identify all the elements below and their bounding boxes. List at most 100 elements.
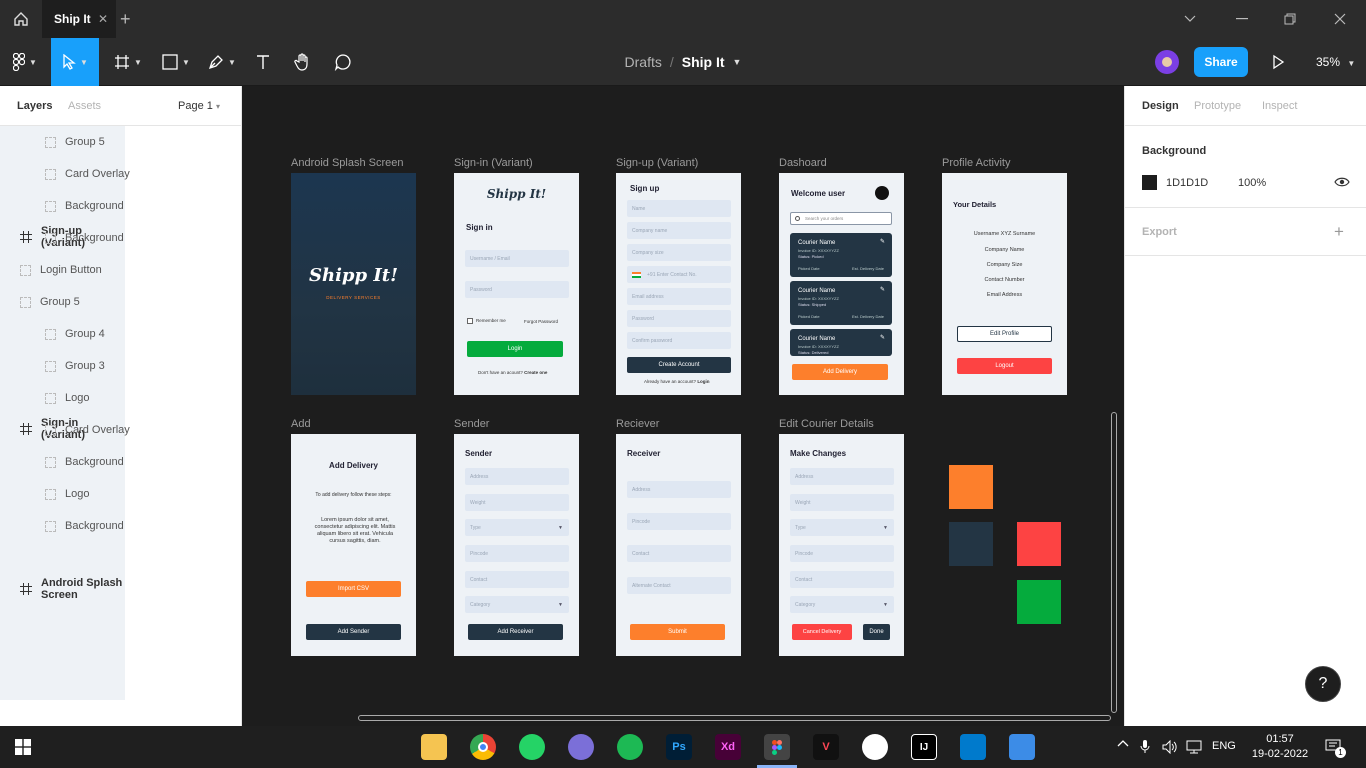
swatch-orange[interactable] xyxy=(949,465,993,509)
frame-label-receiver[interactable]: Reciever xyxy=(616,418,659,430)
close-window-icon[interactable] xyxy=(1316,0,1364,38)
background-hex-input[interactable]: 1D1D1D xyxy=(1166,177,1208,189)
layer-item[interactable]: Logo xyxy=(0,382,241,414)
canvas[interactable]: Android Splash Screen Sign-in (Variant) … xyxy=(242,86,1124,726)
swatch-navy[interactable] xyxy=(949,522,993,566)
frame-signin[interactable]: Shipp It! Sign in Username / Email Passw… xyxy=(454,173,579,395)
frame-signup[interactable]: Sign up Name Company name Company size +… xyxy=(616,173,741,395)
eye-icon[interactable] xyxy=(1334,175,1350,194)
vertical-scrollbar[interactable] xyxy=(1111,412,1117,713)
file-explorer-icon[interactable] xyxy=(421,734,447,760)
app-notification-icon[interactable] xyxy=(568,734,594,760)
layer-item[interactable]: Background xyxy=(0,446,241,478)
layer-item[interactable]: Background xyxy=(0,222,241,254)
frame-label-add[interactable]: Add xyxy=(291,418,311,430)
frame-edit[interactable]: Make Changes Address Weight Type ▼ Pincod… xyxy=(779,434,904,656)
file-name[interactable]: Ship It xyxy=(682,54,725,70)
courier-card: Courier Name Invoice ID: XXXXYYZZ Status: … xyxy=(790,281,892,325)
tab-layers[interactable]: Layers xyxy=(17,100,52,112)
frame-dashboard[interactable]: Welcome user Search your orders Courier … xyxy=(779,173,904,395)
design-panel: Design Prototype Inspect Background 1D1D… xyxy=(1124,86,1366,726)
speaker-icon[interactable] xyxy=(1162,739,1178,757)
remember-checkbox xyxy=(467,318,473,324)
language-indicator[interactable]: ENG xyxy=(1212,740,1236,752)
frame-label-signup[interactable]: Sign-up (Variant) xyxy=(616,157,698,169)
windows-start-icon[interactable] xyxy=(15,739,31,760)
intellij-icon[interactable]: IJ xyxy=(911,734,937,760)
layer-item[interactable]: Background xyxy=(0,190,241,222)
present-button[interactable] xyxy=(1268,52,1288,77)
file-tab[interactable]: Ship It ✕ xyxy=(42,0,116,38)
notification-icon[interactable]: 1 xyxy=(1325,739,1346,758)
swatch-red[interactable] xyxy=(1017,522,1061,566)
layer-item[interactable]: Background xyxy=(0,510,241,542)
layer-item[interactable]: Group 4 xyxy=(0,318,241,350)
frame-profile[interactable]: Your Details Username XYZ Surname Compan… xyxy=(942,173,1067,395)
chevron-down-icon: ▼ xyxy=(883,601,888,608)
layer-item[interactable]: Card Overlay xyxy=(0,158,241,190)
zoom-menu[interactable]: 35% ▼ xyxy=(1316,55,1355,69)
background-opacity-input[interactable]: 100% xyxy=(1238,177,1266,189)
avatar[interactable] xyxy=(1155,50,1179,74)
share-button[interactable]: Share xyxy=(1194,47,1248,77)
zoom-level: 35% xyxy=(1316,55,1341,69)
frame-label-splash[interactable]: Android Splash Screen xyxy=(291,157,404,169)
frame-label-profile[interactable]: Profile Activity xyxy=(942,157,1010,169)
chevron-down-icon[interactable] xyxy=(1166,0,1214,38)
add-export-icon[interactable]: + xyxy=(1334,222,1344,242)
frame-sender[interactable]: Sender Address Weight Type ▼ Pincode Cont… xyxy=(454,434,579,656)
microphone-icon[interactable] xyxy=(1140,740,1150,757)
courier-card-name: Courier Name xyxy=(798,240,836,246)
add-subtitle: To add delivery follow these steps: xyxy=(315,492,392,498)
photos-icon[interactable] xyxy=(1009,734,1035,760)
tab-design[interactable]: Design xyxy=(1142,100,1179,112)
chevron-up-icon[interactable] xyxy=(1117,738,1129,751)
horizontal-scrollbar[interactable] xyxy=(358,715,1111,721)
layer-item[interactable]: Group 3 xyxy=(0,350,241,382)
minimize-icon[interactable] xyxy=(1218,0,1266,38)
chrome-icon[interactable] xyxy=(470,734,496,760)
title-bar: Ship It ✕ + xyxy=(0,0,1366,38)
spotify-icon[interactable] xyxy=(617,734,643,760)
tab-inspect[interactable]: Inspect xyxy=(1262,100,1297,112)
tab-prototype[interactable]: Prototype xyxy=(1194,100,1241,112)
chevron-down-icon[interactable]: ▼ xyxy=(733,57,742,67)
layer-item[interactable]: Group 5 xyxy=(0,126,241,158)
frame-label-dashboard[interactable]: Dashoard xyxy=(779,157,827,169)
background-color-chip[interactable] xyxy=(1142,175,1157,190)
home-icon[interactable] xyxy=(0,0,42,38)
no-account-text: Don't have an acount? xyxy=(478,370,523,375)
frame-receiver[interactable]: Receiver Address Pincode Contact Alterna… xyxy=(616,434,741,656)
layer-item[interactable]: Card Overlay xyxy=(0,414,241,446)
photoshop-icon[interactable]: Ps xyxy=(666,734,692,760)
frame-add[interactable]: Add Delivery To add delivery follow thes… xyxy=(291,434,416,656)
valorant-icon[interactable]: V xyxy=(813,734,839,760)
frame-label-signin[interactable]: Sign-in (Variant) xyxy=(454,157,533,169)
swatch-green[interactable] xyxy=(1017,580,1061,624)
layer-item[interactable]: Logo xyxy=(0,478,241,510)
profile-company-name: Company Name xyxy=(984,247,1025,253)
figma-taskbar-icon[interactable] xyxy=(764,734,790,760)
restore-icon[interactable] xyxy=(1266,0,1314,38)
layer-item[interactable]: Group 5 xyxy=(0,286,241,318)
vscode-icon[interactable] xyxy=(960,734,986,760)
tab-assets[interactable]: Assets xyxy=(68,100,101,112)
frame-label-edit[interactable]: Edit Courier Details xyxy=(779,418,874,430)
whatsapp-icon[interactable] xyxy=(519,734,545,760)
help-button[interactable]: ? xyxy=(1305,666,1341,702)
clock-date: 19-02-2022 xyxy=(1251,748,1309,760)
clock[interactable]: 01:57 19-02-2022 xyxy=(1250,732,1310,762)
frame-splash[interactable]: Shipp It! DELIVERY SERVICES xyxy=(291,173,416,395)
sender-pincode-field: Pincode xyxy=(465,545,569,562)
xd-icon[interactable]: Xd xyxy=(715,734,741,760)
drafts-link[interactable]: Drafts xyxy=(625,54,662,70)
network-icon[interactable] xyxy=(1186,740,1202,757)
close-tab-icon[interactable]: ✕ xyxy=(98,12,108,26)
new-tab-icon[interactable]: + xyxy=(120,9,131,30)
frame-label-sender[interactable]: Sender xyxy=(454,418,489,430)
layer-item[interactable]: Login Button xyxy=(0,254,241,286)
layer-item-label: Group 5 xyxy=(40,296,80,308)
app-icon[interactable] xyxy=(862,734,888,760)
page-selector[interactable]: Page 1 ▾ xyxy=(178,100,220,112)
courier-card-picked: Picked Date xyxy=(798,266,820,271)
